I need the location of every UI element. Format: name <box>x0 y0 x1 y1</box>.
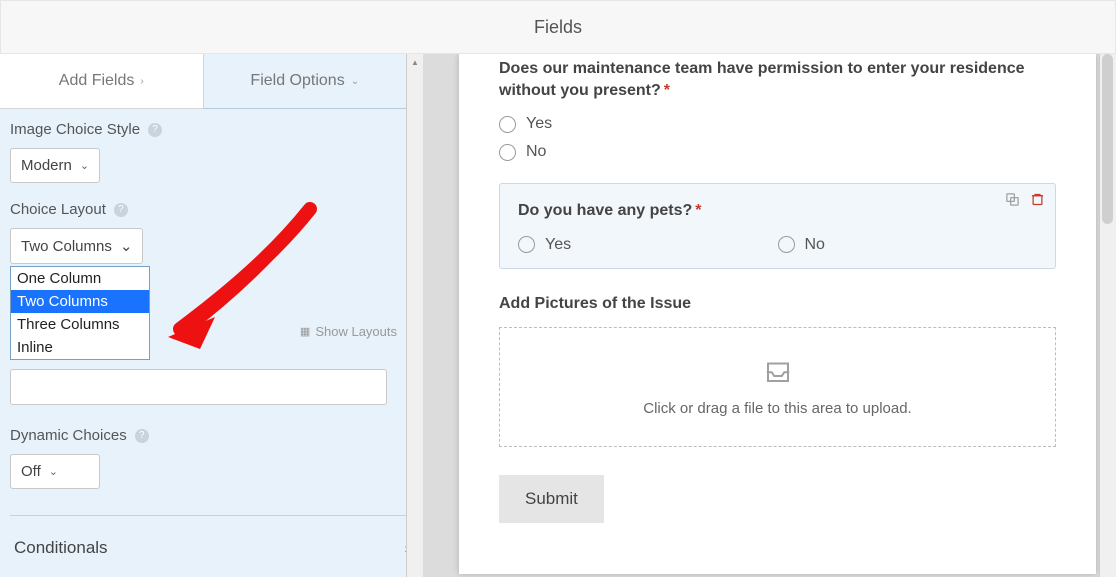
tab-field-options[interactable]: Field Options ⌄ <box>203 54 407 109</box>
chevron-down-icon: ⌄ <box>351 76 359 87</box>
radio-icon <box>499 116 516 133</box>
show-layouts-link[interactable]: ▦ Show Layouts <box>300 324 397 339</box>
submit-button[interactable]: Submit <box>499 475 604 523</box>
radio-option[interactable]: No <box>499 143 1056 161</box>
chevron-down-icon: ⌄ <box>120 237 133 255</box>
radio-option[interactable]: Yes <box>499 115 1056 133</box>
help-icon[interactable]: ? <box>148 123 162 137</box>
radio-icon <box>518 236 535 253</box>
inbox-icon <box>761 356 795 390</box>
file-upload-dropzone[interactable]: Click or drag a file to this area to upl… <box>499 327 1056 447</box>
form-preview-area: Does our maintenance team have permissio… <box>423 54 1116 577</box>
required-indicator: * <box>664 82 670 99</box>
scroll-thumb[interactable] <box>1102 54 1113 224</box>
grid-icon: ▦ <box>300 325 309 338</box>
css-classes-input[interactable] <box>10 369 387 405</box>
question-pets-label: Do you have any pets?* <box>518 200 1037 222</box>
choice-layout-option[interactable]: Three Columns <box>11 313 149 336</box>
duplicate-icon[interactable] <box>1005 192 1020 211</box>
image-choice-style-label: Image Choice Style ? <box>10 121 413 138</box>
choice-layout-option[interactable]: Inline <box>11 336 149 359</box>
scroll-up-icon[interactable]: ▲ <box>407 54 423 71</box>
choice-layout-selected[interactable]: Two Columns ⌄ <box>10 228 143 264</box>
help-icon[interactable]: ? <box>135 429 149 443</box>
choice-layout-dropdown[interactable]: One Column Two Columns Three Columns Inl… <box>10 266 150 360</box>
form-card: Does our maintenance team have permissio… <box>459 54 1096 574</box>
tab-add-fields-label: Add Fields <box>59 72 135 90</box>
image-choice-style-select[interactable]: Modern ⌄ <box>10 148 100 183</box>
radio-option[interactable]: No <box>778 236 1038 254</box>
trash-icon[interactable] <box>1030 192 1045 211</box>
fields-sidebar: ▲ Add Fields › Field Options ⌄ Image Cho… <box>0 54 423 577</box>
radio-option[interactable]: Yes <box>518 236 778 254</box>
chevron-down-icon: ⌄ <box>80 159 89 172</box>
tab-field-options-label: Field Options <box>250 72 344 90</box>
selected-field-pets[interactable]: Do you have any pets?* Yes No <box>499 183 1056 269</box>
dynamic-choices-select[interactable]: Off ⌄ <box>10 454 100 489</box>
help-icon[interactable]: ? <box>114 203 128 217</box>
question-permission-label: Does our maintenance team have permissio… <box>499 58 1056 101</box>
page-header: Fields <box>0 0 1116 54</box>
required-indicator: * <box>695 202 701 219</box>
choice-layout-option[interactable]: One Column <box>11 267 149 290</box>
chevron-right-icon: › <box>140 76 143 87</box>
tab-add-fields[interactable]: Add Fields › <box>0 54 203 109</box>
radio-icon <box>778 236 795 253</box>
choice-layout-option[interactable]: Two Columns <box>11 290 149 313</box>
preview-scrollbar[interactable] <box>1099 54 1116 577</box>
choice-layout-select[interactable]: Two Columns ⌄ One Column Two Columns Thr… <box>10 228 143 264</box>
upload-hint: Click or drag a file to this area to upl… <box>643 400 911 417</box>
upload-label: Add Pictures of the Issue <box>499 295 1056 313</box>
chevron-down-icon: ⌄ <box>49 465 58 478</box>
radio-icon <box>499 144 516 161</box>
dynamic-choices-label: Dynamic Choices ? <box>10 427 413 444</box>
sidebar-scrollbar[interactable]: ▲ <box>406 54 423 577</box>
conditionals-section[interactable]: Conditionals › <box>0 516 423 580</box>
page-title: Fields <box>534 17 582 38</box>
choice-layout-label: Choice Layout ? <box>10 201 413 218</box>
